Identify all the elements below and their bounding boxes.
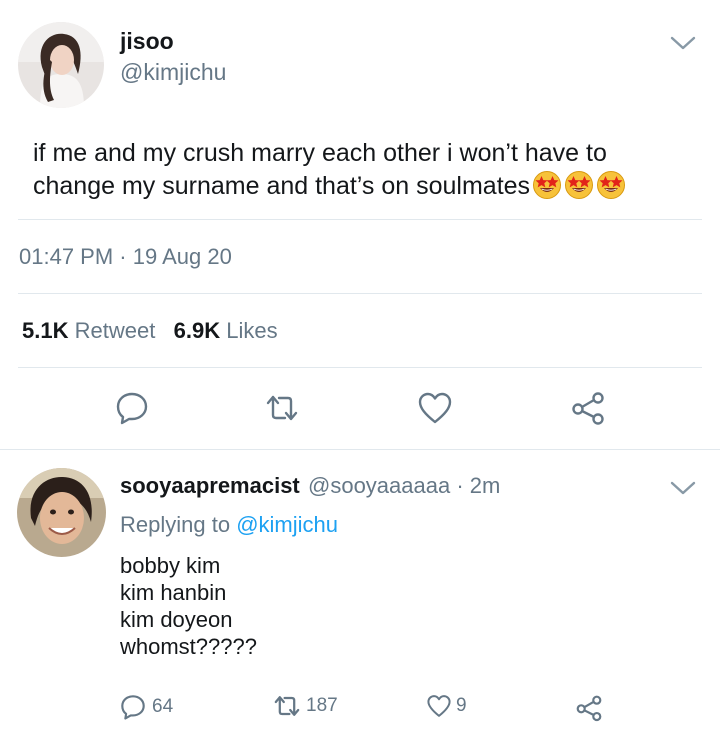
heart-icon [427,695,451,717]
reply-line: kim doyeon [120,607,233,632]
like-stat[interactable]: 6.9K Likes [174,318,278,343]
share-icon [576,695,602,722]
retweet-label: Retweet [74,318,156,343]
reply-line: whomst????? [120,634,257,659]
retweet-button[interactable] [260,386,304,430]
share-icon [572,392,604,425]
tweet-text: if me and my crush marry each other i wo… [33,137,693,203]
heart-icon [418,392,452,424]
retweet-stat[interactable]: 5.1K Retweet [22,318,155,343]
reply-reply-count: 64 [152,696,174,717]
reply-line: bobby kim [120,553,221,578]
share-button[interactable] [566,386,610,430]
replying-handle-link[interactable]: @kimjichu [236,512,338,537]
reply-icon [121,695,145,720]
star-struck-emoji-icon [532,170,562,200]
emoji-row [530,170,626,200]
retweet-icon [274,696,300,716]
star-struck-emoji-icon [564,170,594,200]
reply-like-count: 9 [456,695,467,716]
divider [18,367,702,368]
replying-to: Replying to @kimjichu [120,512,338,538]
reply-line: kim hanbin [120,580,227,605]
reply-reply-button[interactable]: 64 [120,694,173,720]
chevron-down-icon[interactable] [670,35,696,51]
reply-avatar[interactable] [17,468,106,557]
author-name[interactable]: jisoo [120,28,174,55]
tweet-stats: 5.1K Retweet 6.9K Likes [22,318,278,344]
replying-prefix: Replying to [120,512,231,537]
tweet-timestamp: 01:47 PM · 19 Aug 20 [19,244,232,269]
reply-text: bobby kim kim hanbin kim doyeon whomst??… [120,552,257,660]
chevron-down-icon[interactable] [670,480,696,496]
like-button[interactable] [413,386,457,430]
reply-share-button[interactable] [575,694,603,727]
reply-retweet-count: 187 [306,695,338,716]
star-struck-emoji-icon [596,170,626,200]
reply-like-button[interactable]: 9 [426,694,467,718]
like-count: 6.9K [173,318,221,343]
reply-meta: @sooyaaaaaa · 2m [308,473,501,498]
author-handle[interactable]: @kimjichu [120,59,226,86]
reply-retweet-button[interactable]: 187 [272,694,338,718]
tweet-body: if me and my crush marry each other i wo… [33,139,607,200]
author-avatar[interactable] [18,22,104,108]
reply-author-name[interactable]: sooyaapremacist [120,473,300,499]
divider [18,219,702,220]
divider [0,449,720,450]
divider [18,293,702,294]
retweet-icon [266,395,298,421]
like-label: Likes [226,318,278,343]
reply-icon [116,392,148,425]
reply-button[interactable] [110,386,154,430]
retweet-count: 5.1K [22,318,69,343]
